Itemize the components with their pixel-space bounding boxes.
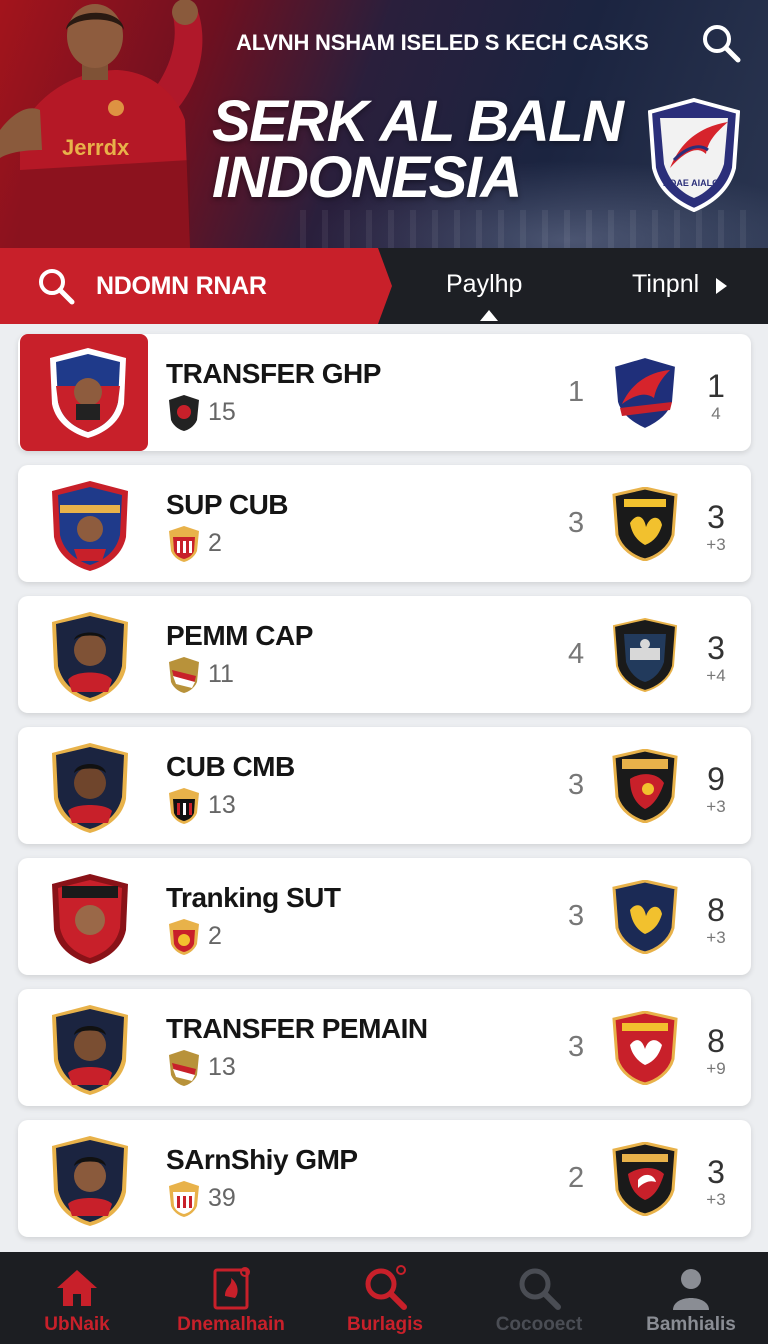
list-item[interactable]: TRANSFER GHP 15 1 1 4 — [18, 334, 751, 451]
item-score-change: +3 — [706, 1190, 726, 1209]
item-count: 2 — [208, 922, 222, 950]
item-score: 8 — [707, 1023, 725, 1059]
item-score: 1 — [707, 368, 725, 404]
item-score-change: +4 — [706, 666, 726, 685]
team-logo-icon — [612, 1011, 678, 1085]
item-name: CUB CMB — [166, 751, 295, 782]
club-badge-icon — [169, 657, 199, 693]
item-name: TRANSFER GHP — [166, 358, 381, 389]
document-icon — [213, 1267, 250, 1310]
item-rank: 1 — [568, 376, 585, 408]
team-logo-icon — [612, 487, 678, 561]
item-rank: 4 — [568, 638, 585, 670]
club-badge-icon — [169, 788, 199, 824]
nav-search-button[interactable]: NDOMN RNAR — [0, 248, 392, 324]
item-score: 3 — [707, 499, 725, 535]
item-score: 3 — [707, 1154, 725, 1190]
bottom-nav: UbNaik Dnemalhain Burlagis Cocooect Bamh… — [0, 1252, 768, 1344]
bottom-nav-label: Dnemalhain — [177, 1314, 285, 1335]
profile-icon — [673, 1269, 709, 1310]
tab-active[interactable]: Paylhp — [446, 270, 522, 299]
tab-next[interactable]: Tinpnl — [632, 270, 699, 299]
title-line-1: SERK AL BALN — [212, 89, 624, 154]
player-avatar — [52, 874, 128, 964]
item-count: 13 — [208, 1053, 236, 1081]
list-item[interactable]: SUP CUB 2 3 3 +3 — [18, 465, 751, 582]
team-logo-icon — [612, 880, 678, 954]
item-name: SArnShiy GMP — [166, 1144, 358, 1175]
search-icon[interactable] — [700, 22, 742, 64]
item-score: 9 — [707, 761, 725, 797]
item-name: SUP CUB — [166, 489, 289, 520]
league-crest-icon: BOAE AIALOV — [648, 98, 740, 212]
item-count: 2 — [208, 529, 222, 557]
team-logo-icon — [612, 749, 678, 823]
bottom-nav-label: Burlagis — [346, 1314, 424, 1335]
bottom-nav-label: UbNaik — [44, 1314, 110, 1335]
bottom-nav-search[interactable]: Burlagis — [308, 1252, 462, 1344]
list-item[interactable]: SArnShiy GMP 39 2 3 +3 — [18, 1120, 751, 1237]
club-badge-icon — [169, 1181, 199, 1217]
club-badge-icon — [169, 526, 199, 562]
player-avatar — [52, 1136, 128, 1226]
list-item[interactable]: Tranking SUT 2 3 8 +3 — [18, 858, 751, 975]
bottom-nav-explore[interactable]: Cocooect — [462, 1252, 616, 1344]
item-score: 3 — [707, 630, 725, 666]
crest-text: BOAE AIALOV — [663, 178, 725, 188]
club-badge-icon — [169, 1050, 199, 1086]
item-score-change: 4 — [711, 404, 721, 423]
item-count: 39 — [208, 1184, 236, 1212]
chevron-right-icon[interactable] — [716, 278, 727, 294]
item-count: 13 — [208, 791, 236, 819]
item-count: 11 — [208, 660, 234, 688]
item-name: Tranking SUT — [166, 882, 341, 913]
jersey-sponsor-text: Jerrdx — [62, 135, 130, 160]
hero-banner: Jerrdx ALVNH NSHAM ISELED S KECH CASKS S… — [0, 0, 768, 248]
active-tab-indicator — [480, 310, 498, 321]
club-badge-icon — [169, 395, 199, 431]
player-avatar — [50, 348, 126, 438]
item-score-change: +9 — [706, 1059, 726, 1078]
bottom-nav-news[interactable]: Dnemalhain — [154, 1252, 308, 1344]
item-rank: 3 — [568, 900, 585, 932]
search-icon — [519, 1268, 561, 1310]
team-logo-icon — [612, 1142, 678, 1216]
home-icon — [57, 1270, 97, 1306]
item-score-change: +3 — [706, 797, 726, 816]
stadium-lights — [300, 210, 760, 248]
item-score-change: +3 — [706, 928, 726, 947]
nav-bar: NDOMN RNAR Paylhp Tinpnl — [0, 248, 768, 324]
search-icon — [365, 1265, 407, 1310]
hero-player-image: Jerrdx — [0, 0, 203, 248]
item-rank: 3 — [568, 1031, 585, 1063]
list-item[interactable]: PEMM CAP 11 4 3 +4 — [18, 596, 751, 713]
item-name: PEMM CAP — [166, 620, 313, 651]
item-rank: 2 — [568, 1162, 585, 1194]
title-line-2: INDONESIA — [212, 145, 522, 210]
team-logo-icon — [612, 356, 678, 430]
nav-search-label: NDOMN RNAR — [96, 272, 267, 300]
hero-headline: ALVNH NSHAM ISELED S KECH CASKS — [236, 30, 649, 55]
player-avatar — [52, 743, 128, 833]
team-logo-icon — [612, 618, 678, 692]
item-rank: 3 — [568, 769, 585, 801]
bottom-nav-label: Bamhialis — [646, 1314, 736, 1335]
bottom-nav-home[interactable]: UbNaik — [0, 1252, 154, 1344]
player-avatar — [52, 1005, 128, 1095]
search-icon — [39, 269, 75, 305]
item-count: 15 — [208, 398, 236, 426]
club-badge-icon — [169, 919, 199, 955]
item-score: 8 — [707, 892, 725, 928]
player-avatar — [52, 481, 128, 571]
list-item[interactable]: TRANSFER PEMAIN 13 3 8 +9 — [18, 989, 751, 1106]
item-rank: 3 — [568, 507, 585, 539]
player-avatar — [52, 612, 128, 702]
ranking-list: TRANSFER GHP 15 1 1 4 SUP CUB 2 3 3 +3 P… — [18, 334, 751, 1251]
item-name: TRANSFER PEMAIN — [166, 1013, 428, 1044]
item-score-change: +3 — [706, 535, 726, 554]
page-title: SERK AL BALN INDONESIA — [212, 89, 624, 210]
bottom-nav-profile[interactable]: Bamhialis — [614, 1252, 768, 1344]
bottom-nav-label: Cocooect — [495, 1314, 583, 1335]
list-item[interactable]: CUB CMB 13 3 9 +3 — [18, 727, 751, 844]
